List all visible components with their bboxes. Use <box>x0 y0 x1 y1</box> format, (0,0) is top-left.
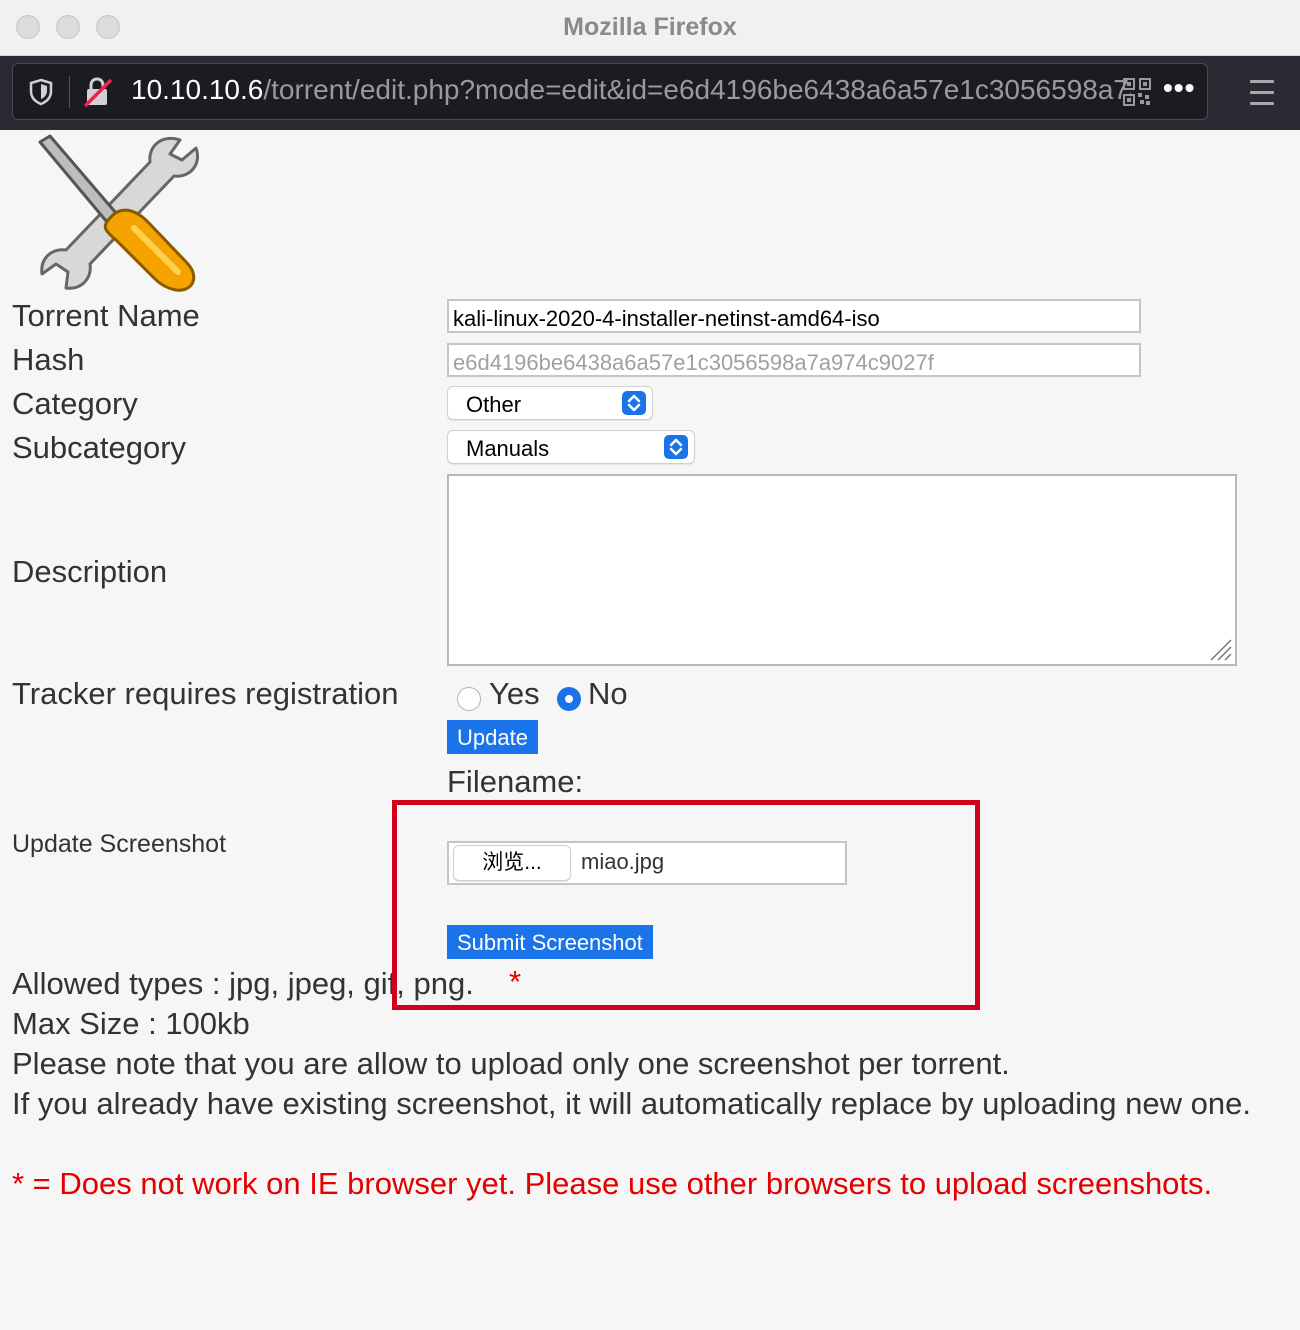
window-title: Mozilla Firefox <box>563 13 737 41</box>
tracker-registration-label: Tracker requires registration <box>12 676 399 711</box>
url-separator <box>69 76 70 108</box>
update-screenshot-label: Update Screenshot <box>12 830 227 858</box>
qr-code-icon[interactable] <box>1123 78 1151 106</box>
url-path: /torrent/edit.php?mode=edit&id=e6d4196be… <box>263 74 1131 105</box>
page-content: Torrent Name kali-linux-2020-4-installer… <box>10 130 1300 1330</box>
subcategory-label: Subcategory <box>12 430 187 465</box>
url-bar[interactable]: 10.10.10.6/torrent/edit.php?mode=edit&id… <box>12 63 1208 120</box>
filename-label: Filename: <box>447 764 584 799</box>
update-button[interactable]: Update <box>447 720 538 754</box>
hash-input: e6d4196be6438a6a57e1c3056598a7a974c9027f <box>447 343 1141 377</box>
description-textarea[interactable] <box>447 474 1237 666</box>
menu-icon[interactable] <box>1250 80 1274 113</box>
highlight-box <box>392 800 980 1010</box>
subcategory-value: Manuals <box>466 436 550 461</box>
ie-warning-text: * = Does not work on IE browser yet. Ple… <box>12 1166 1213 1201</box>
url-host: 10.10.10.6 <box>131 74 264 105</box>
page-actions-icon[interactable]: ••• <box>1163 72 1195 104</box>
browser-window: Mozilla Firefox 10.10.10.6/torrent/edit.… <box>0 0 1300 1330</box>
url-text[interactable]: 10.10.10.6/torrent/edit.php?mode=edit&id… <box>131 74 1131 106</box>
select-chevron-icon <box>622 391 646 415</box>
tools-logo-icon <box>38 134 199 292</box>
category-select[interactable]: Other <box>447 386 653 420</box>
resize-grip-icon[interactable] <box>1207 636 1233 662</box>
description-label: Description <box>12 554 168 589</box>
category-value: Other <box>466 392 522 417</box>
one-screenshot-note: Please note that you are allow to upload… <box>12 1046 1010 1081</box>
torrent-name-input[interactable]: kali-linux-2020-4-installer-netinst-amd6… <box>447 299 1141 333</box>
tracker-yes-label: Yes <box>489 676 540 711</box>
torrent-name-label: Torrent Name <box>12 298 200 333</box>
tracker-no-radio[interactable] <box>557 687 581 711</box>
tracker-no-label: No <box>588 676 628 711</box>
hash-label: Hash <box>12 342 85 377</box>
subcategory-select[interactable]: Manuals <box>447 430 695 464</box>
title-bar: Mozilla Firefox <box>0 0 1300 56</box>
replace-screenshot-note: If you already have existing screenshot,… <box>12 1086 1251 1121</box>
browser-toolbar: 10.10.10.6/torrent/edit.php?mode=edit&id… <box>0 56 1300 130</box>
category-label: Category <box>12 386 138 421</box>
insecure-lock-icon[interactable] <box>83 76 113 108</box>
select-chevron-icon <box>664 435 688 459</box>
tracking-shield-icon[interactable] <box>27 77 55 107</box>
tracker-yes-radio[interactable] <box>457 687 481 711</box>
max-size-text: Max Size : 100kb <box>12 1006 250 1041</box>
